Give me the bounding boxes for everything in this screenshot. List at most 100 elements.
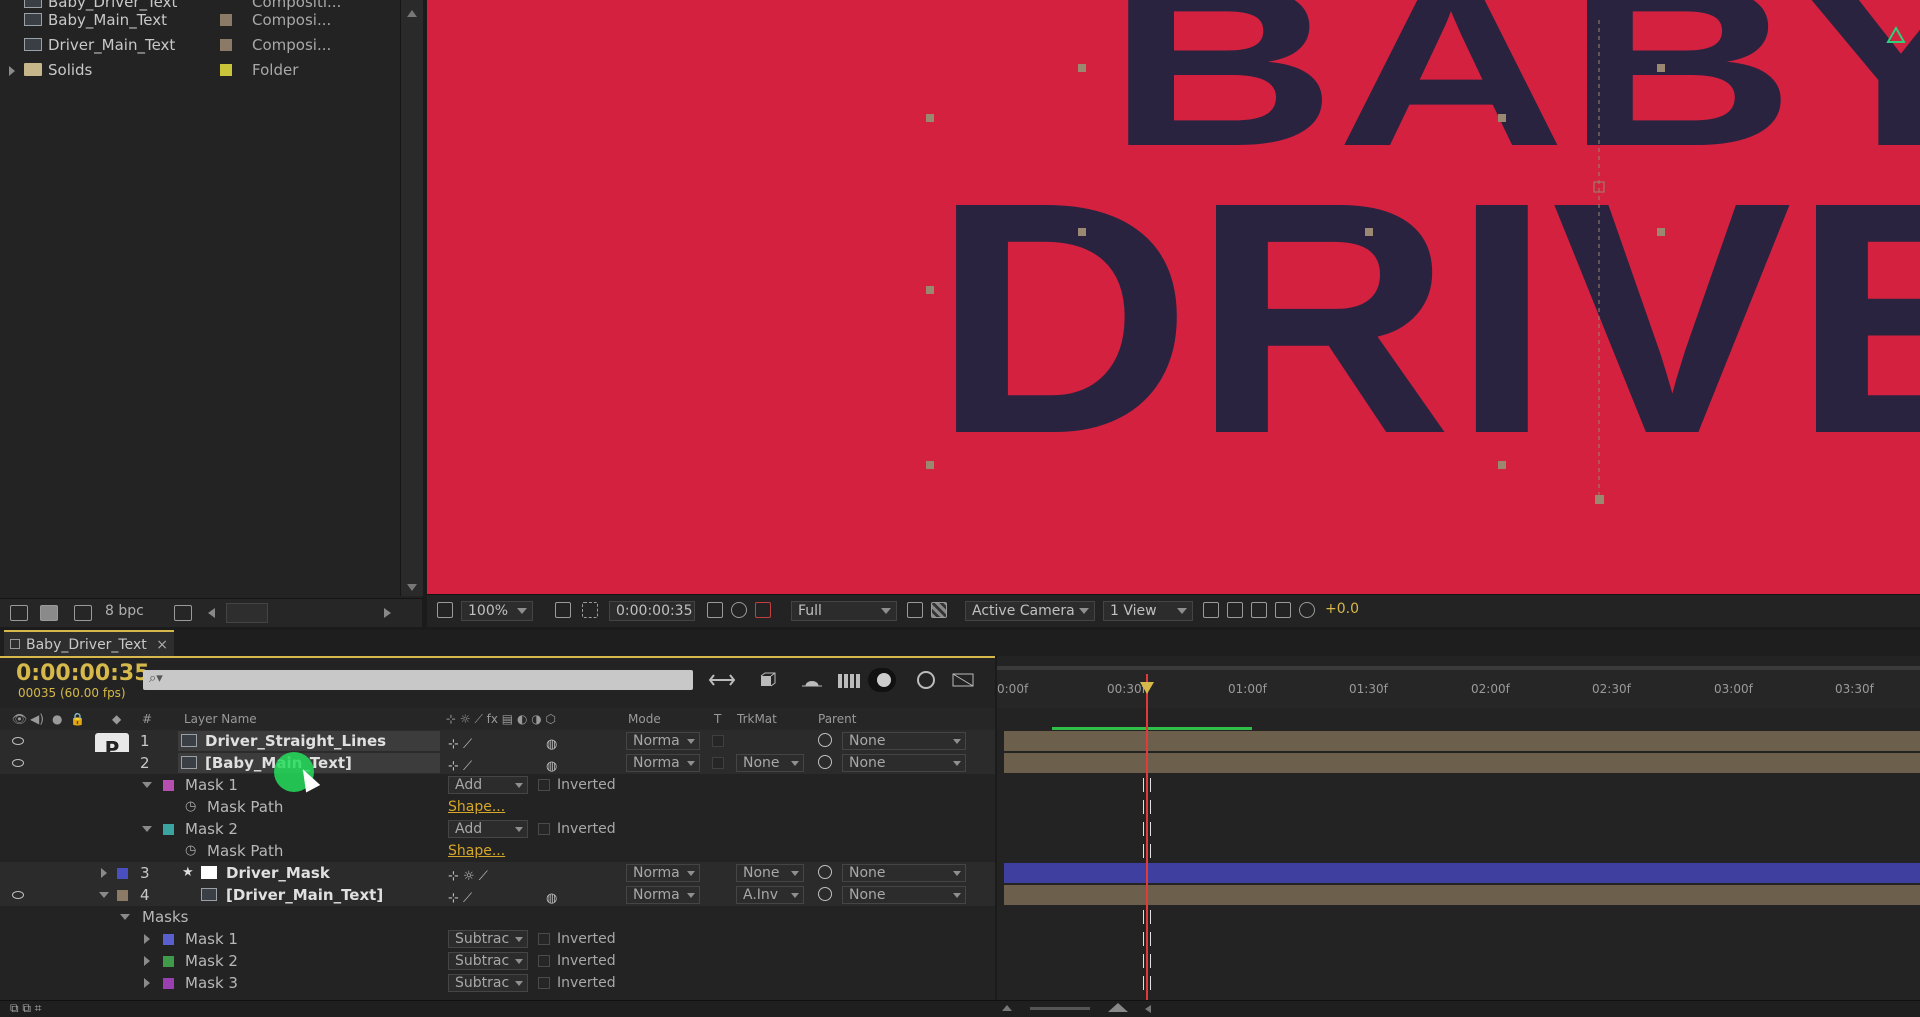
expand-arrow-icon[interactable] <box>9 66 15 76</box>
parent-dropdown[interactable]: None <box>842 886 966 904</box>
layer-bar-2[interactable] <box>1004 753 1920 773</box>
column-trkmat[interactable]: TrkMat <box>737 712 777 726</box>
layer-row-4[interactable]: 4 [Driver_Main_Text] ⊹ ⟋ ◍ Norma A.Inv N… <box>0 884 995 906</box>
parent-dropdown[interactable]: None <box>842 754 966 772</box>
preserve-transparency-checkbox[interactable] <box>712 735 724 747</box>
project-item[interactable]: Baby_Main_Text Composi... <box>0 8 400 32</box>
expand-arrow-icon[interactable] <box>144 934 150 944</box>
new-folder-icon[interactable] <box>40 605 58 621</box>
stopwatch-icon[interactable]: ◷ <box>185 840 196 862</box>
scroll-down-icon[interactable] <box>407 584 417 591</box>
graph-editor-icon[interactable] <box>914 670 938 690</box>
mask-mode-dropdown[interactable]: Subtrac <box>448 930 528 948</box>
bit-depth-label[interactable]: 8 bpc <box>105 603 144 619</box>
shy-switch-icon[interactable]: ⊹ ⟋ <box>448 734 472 752</box>
mask-mode-dropdown[interactable]: Add <box>448 820 528 838</box>
horizontal-scroll-thumb[interactable] <box>226 603 268 623</box>
interpret-footage-icon[interactable] <box>10 605 28 621</box>
trkmat-dropdown[interactable]: None <box>736 864 804 882</box>
inverted-checkbox[interactable] <box>538 933 550 945</box>
trkmat-dropdown[interactable]: A.Inv <box>736 886 804 904</box>
mask-row[interactable]: Mask 1 Add Inverted <box>0 774 995 796</box>
column-number[interactable]: # <box>142 712 152 726</box>
live-update-icon[interactable] <box>950 670 976 690</box>
scroll-left-icon[interactable] <box>208 608 215 618</box>
resolution-dropdown[interactable]: Full <box>791 601 897 621</box>
trkmat-dropdown[interactable]: None <box>736 754 804 772</box>
layer-row-1[interactable]: P 1 Driver_Straight_Lines ⊹ ⟋ ◍ Norma No… <box>0 730 995 765</box>
preserve-transparency-checkbox[interactable] <box>712 757 724 769</box>
region-of-interest-icon[interactable] <box>582 602 598 618</box>
trash-icon[interactable] <box>174 605 192 621</box>
lock-switch-icon[interactable]: 🔒 <box>70 712 85 726</box>
project-scrollbar[interactable] <box>400 0 423 596</box>
mask-row[interactable]: Mask 2 Subtrac Inverted <box>0 950 995 972</box>
mode-dropdown[interactable]: Norma <box>626 886 700 904</box>
expand-arrow-icon[interactable] <box>101 868 107 878</box>
mask-color-swatch[interactable] <box>163 934 174 945</box>
toggle-panes-icon[interactable]: ⧉ ⧉ ⌗ <box>10 1001 42 1016</box>
solo-switch-icon[interactable]: ● <box>52 712 62 726</box>
mask-path-row[interactable]: ◷ Mask Path Shape... <box>0 840 995 862</box>
parent-dropdown[interactable]: None <box>842 864 966 882</box>
frame-blending-icon[interactable] <box>836 670 862 690</box>
column-t[interactable]: T <box>714 712 721 726</box>
time-ruler[interactable]: 0:00f 00:30f 01:00f 01:30f 02:00f 02:30f… <box>997 670 1920 708</box>
eye-icon[interactable] <box>12 891 24 899</box>
zoom-out-icon[interactable] <box>1002 1005 1012 1011</box>
label-swatch[interactable] <box>117 868 128 879</box>
channel-icon[interactable] <box>755 602 771 618</box>
layer-row-2[interactable]: 2 [Baby_Main_Text] ⊹ ⟋ ◍ Norma None None <box>0 752 995 774</box>
masks-group-row[interactable]: Masks <box>0 906 995 928</box>
scroll-right-icon[interactable] <box>384 608 391 618</box>
collapse-arrow-icon[interactable] <box>142 826 152 832</box>
pickwhip-icon[interactable] <box>818 865 832 879</box>
zoom-in-icon[interactable] <box>1108 1003 1128 1012</box>
mode-dropdown[interactable]: Norma <box>626 754 700 772</box>
always-preview-icon[interactable] <box>437 602 453 618</box>
current-timecode[interactable]: 0:00:00:35 <box>16 661 150 686</box>
mode-dropdown[interactable]: Norma <box>626 864 700 882</box>
column-parent[interactable]: Parent <box>818 712 856 726</box>
shy-switch-icon[interactable]: ⊹ ⟋ <box>448 756 472 774</box>
mask-color-swatch[interactable] <box>163 780 174 791</box>
scroll-up-icon[interactable] <box>407 10 417 17</box>
inverted-checkbox[interactable] <box>538 779 550 791</box>
view-layout-dropdown[interactable]: 1 View <box>1103 601 1193 621</box>
mode-dropdown[interactable]: Norma <box>626 732 700 750</box>
mask-color-swatch[interactable] <box>163 824 174 835</box>
layer-bar-3[interactable] <box>1004 863 1920 883</box>
mask-shape-link[interactable]: Shape... <box>448 796 505 818</box>
project-item[interactable]: Driver_Main_Text Composi... <box>0 33 400 57</box>
column-mode[interactable]: Mode <box>628 712 661 726</box>
grid-icon[interactable] <box>1203 602 1219 618</box>
collapse-arrow-icon[interactable] <box>120 914 130 920</box>
timeline-icon[interactable] <box>1227 602 1243 618</box>
zoom-dropdown[interactable]: 100% <box>461 601 533 621</box>
collapse-arrow-icon[interactable] <box>99 892 109 898</box>
label-swatch[interactable] <box>220 64 232 76</box>
scroll-left-icon[interactable] <box>1145 1005 1151 1013</box>
audio-switch-icon[interactable]: ◀) <box>30 712 44 726</box>
exposure-value[interactable]: +0.0 <box>1325 601 1359 617</box>
pickwhip-icon[interactable] <box>818 733 832 747</box>
comp-flowchart-icon[interactable] <box>1251 602 1267 618</box>
mask-path-row[interactable]: ◷ Mask Path Shape... <box>0 796 995 818</box>
label-swatch[interactable] <box>220 39 232 51</box>
mask-mode-dropdown[interactable]: Subtrac <box>448 974 528 992</box>
inverted-checkbox[interactable] <box>538 977 550 989</box>
label-swatch[interactable] <box>117 890 128 901</box>
viewer-timecode[interactable]: 0:00:00:35 <box>609 601 695 621</box>
new-composition-icon[interactable] <box>74 605 92 621</box>
playhead-line[interactable] <box>1146 674 1148 1000</box>
hide-shy-layers-icon[interactable] <box>800 670 824 690</box>
pickwhip-icon[interactable] <box>818 755 832 769</box>
shy-switch-icon[interactable]: ⊹ ⟋ <box>448 888 472 906</box>
collapse-arrow-icon[interactable] <box>142 782 152 788</box>
camera-snapshot-icon[interactable] <box>707 602 723 618</box>
flowchart-icon[interactable] <box>1275 602 1291 618</box>
mask-color-swatch[interactable] <box>163 956 174 967</box>
motion-blur-icon[interactable] <box>868 668 896 692</box>
label-swatch[interactable] <box>220 14 232 26</box>
eye-icon[interactable] <box>12 737 24 745</box>
